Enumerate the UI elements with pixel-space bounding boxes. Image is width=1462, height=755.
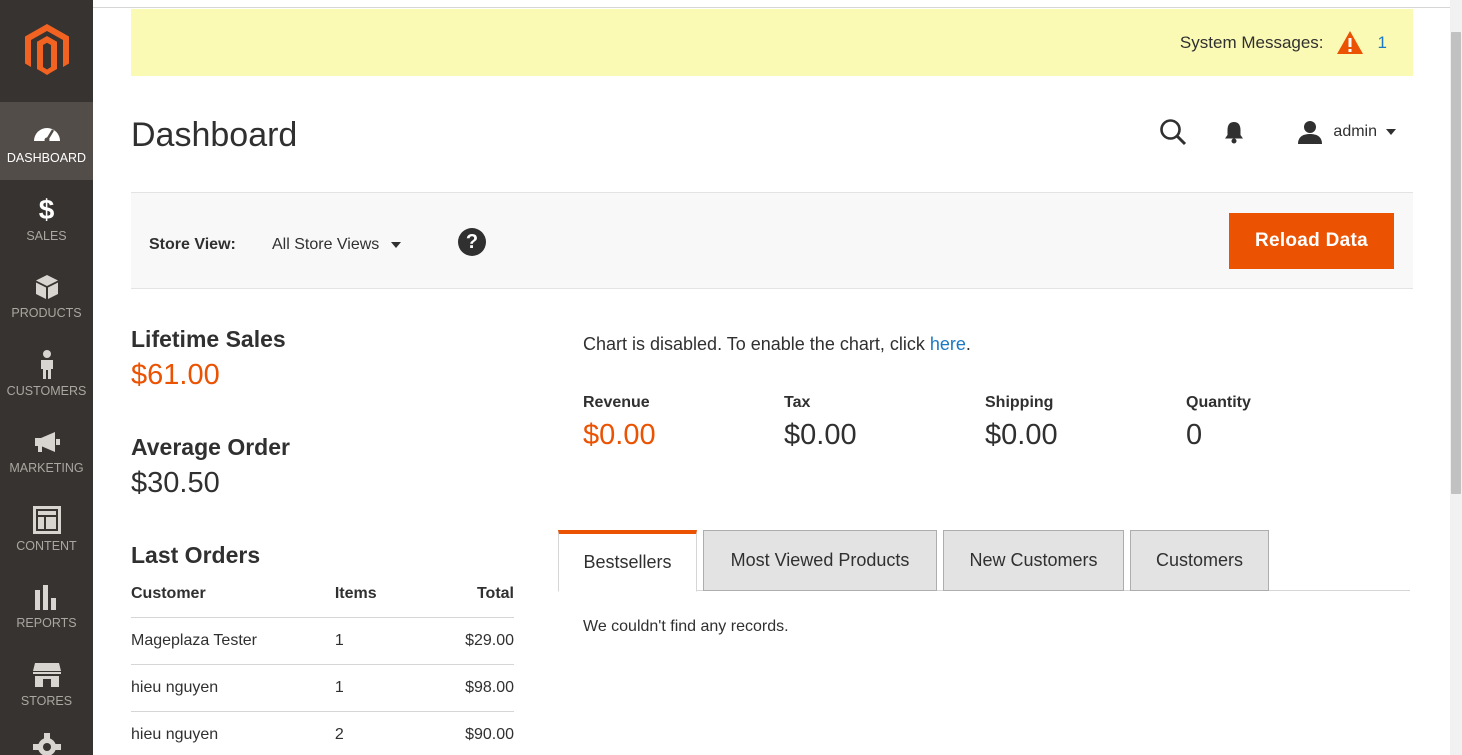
tab-most-viewed-products[interactable]: Most Viewed Products — [703, 530, 937, 591]
store-view-select[interactable]: All Store Views — [272, 236, 402, 254]
last-orders-title: Last Orders — [131, 542, 261, 568]
order-total: $98.00 — [434, 664, 514, 712]
gear-icon — [32, 733, 62, 755]
total-label: Quantity — [1186, 394, 1251, 411]
order-items: 1 — [334, 664, 435, 712]
admin-app: DASHBOARD $ SALES PRODUCTS CUSTOMERS MAR… — [0, 0, 1462, 755]
user-menu[interactable]: admin — [1298, 120, 1396, 144]
user-name: admin — [1333, 123, 1377, 140]
order-customer: hieu nguyen — [131, 664, 335, 712]
column-customer: Customer — [131, 571, 335, 618]
order-total: $29.00 — [434, 617, 514, 665]
total-tax: Tax $0.00 — [784, 394, 985, 452]
average-order-value: $30.50 — [131, 467, 220, 499]
column-items: Items — [334, 571, 435, 618]
system-messages-label: System Messages: — [1179, 32, 1324, 52]
table-row[interactable]: Mageplaza Tester 1 $29.00 — [131, 617, 514, 665]
magento-logo[interactable] — [0, 0, 93, 100]
sidebar-item-label: STORES — [20, 694, 73, 708]
table-header-row: Customer Items Total — [131, 571, 514, 618]
warning-icon — [1336, 30, 1364, 55]
sidebar-item-label: CONTENT — [16, 539, 77, 553]
reload-data-button[interactable]: Reload Data — [1229, 213, 1394, 269]
sidebar-item-sales[interactable]: $ SALES — [0, 180, 93, 258]
total-quantity: Quantity 0 — [1186, 394, 1387, 452]
sidebar-item-stores[interactable]: STORES — [0, 645, 93, 723]
sidebar-item-content[interactable]: CONTENT — [0, 490, 93, 568]
table-row[interactable]: hieu nguyen 2 $90.00 — [131, 711, 514, 755]
order-total: $90.00 — [434, 711, 514, 755]
order-customer: hieu nguyen — [131, 711, 335, 755]
chevron-down-icon — [1386, 129, 1396, 135]
total-value: 0 — [1186, 419, 1203, 451]
search-icon[interactable] — [1158, 117, 1188, 147]
person-icon — [32, 350, 62, 380]
total-label: Revenue — [583, 394, 650, 411]
total-label: Shipping — [985, 394, 1054, 411]
order-items: 1 — [334, 617, 435, 665]
totals-row: Revenue $0.00 Tax $0.00 Shipping $0.00 Q… — [583, 394, 1387, 452]
empty-state-message: We couldn't find any records. — [583, 618, 789, 635]
total-value: $0.00 — [583, 419, 656, 451]
store-view-bar: Store View: All Store Views ? Reload Dat… — [131, 192, 1413, 289]
megaphone-icon — [32, 427, 62, 457]
sidebar-item-label: DASHBOARD — [6, 151, 87, 165]
storefront-icon — [32, 660, 62, 690]
chart-disabled-notice: Chart is disabled. To enable the chart, … — [583, 334, 971, 355]
chart-notice-end: . — [965, 334, 971, 354]
order-items: 2 — [334, 711, 435, 755]
dashboard-icon — [32, 117, 62, 147]
total-shipping: Shipping $0.00 — [985, 394, 1186, 452]
sidebar-item-label: REPORTS — [16, 616, 77, 630]
scrollbar-thumb[interactable] — [1451, 32, 1461, 494]
user-icon — [1298, 120, 1323, 144]
sidebar-item-marketing[interactable]: MARKETING — [0, 412, 93, 490]
total-label: Tax — [784, 394, 811, 411]
lifetime-sales-value: $61.00 — [131, 359, 220, 391]
tab-bestsellers[interactable]: Bestsellers — [558, 530, 697, 592]
sidebar-item-system[interactable] — [0, 725, 93, 755]
help-icon[interactable]: ? — [458, 228, 486, 256]
scrollbar[interactable] — [1450, 0, 1462, 755]
average-order-label: Average Order — [131, 434, 290, 460]
dollar-icon: $ — [38, 194, 55, 225]
header-actions: admin — [1158, 114, 1396, 150]
order-customer: Mageplaza Tester — [131, 617, 335, 665]
total-value: $0.00 — [985, 419, 1058, 451]
tab-new-customers[interactable]: New Customers — [943, 530, 1124, 591]
magento-logo-icon — [24, 24, 69, 75]
tab-customers[interactable]: Customers — [1130, 530, 1269, 591]
sidebar-item-label: SALES — [26, 229, 67, 243]
box-icon — [32, 272, 62, 302]
last-orders-table: Customer Items Total Mageplaza Tester 1 … — [131, 571, 514, 755]
column-total: Total — [434, 571, 514, 618]
total-value: $0.00 — [784, 419, 857, 451]
sidebar-item-dashboard[interactable]: DASHBOARD — [0, 102, 93, 180]
sidebar-item-reports[interactable]: REPORTS — [0, 567, 93, 645]
sidebar-item-products[interactable]: PRODUCTS — [0, 257, 93, 335]
store-view-value: All Store Views — [272, 236, 380, 253]
system-messages-count[interactable]: 1 — [1378, 33, 1387, 53]
dashboard-tabs: Bestsellers Most Viewed Products New Cus… — [558, 530, 1410, 592]
lifetime-sales-label: Lifetime Sales — [131, 326, 286, 352]
sidebar-item-label: MARKETING — [9, 461, 84, 475]
system-messages-bar[interactable]: System Messages: 1 — [131, 9, 1413, 76]
chart-notice-text: Chart is disabled. To enable the chart, … — [583, 334, 930, 354]
enable-chart-link[interactable]: here — [930, 334, 966, 354]
chevron-down-icon — [391, 242, 402, 248]
bell-icon[interactable] — [1222, 117, 1246, 147]
bar-chart-icon — [32, 582, 62, 612]
store-view-label: Store View: — [149, 236, 236, 253]
sidebar: DASHBOARD $ SALES PRODUCTS CUSTOMERS MAR… — [0, 0, 93, 755]
total-revenue: Revenue $0.00 — [583, 394, 784, 452]
layout-icon — [32, 505, 62, 535]
top-divider — [93, 7, 1450, 8]
sidebar-item-label: PRODUCTS — [11, 306, 82, 320]
sidebar-item-customers[interactable]: CUSTOMERS — [0, 335, 93, 413]
table-row[interactable]: hieu nguyen 1 $98.00 — [131, 664, 514, 712]
page-title: Dashboard — [131, 116, 298, 154]
sidebar-item-label: CUSTOMERS — [6, 384, 87, 398]
